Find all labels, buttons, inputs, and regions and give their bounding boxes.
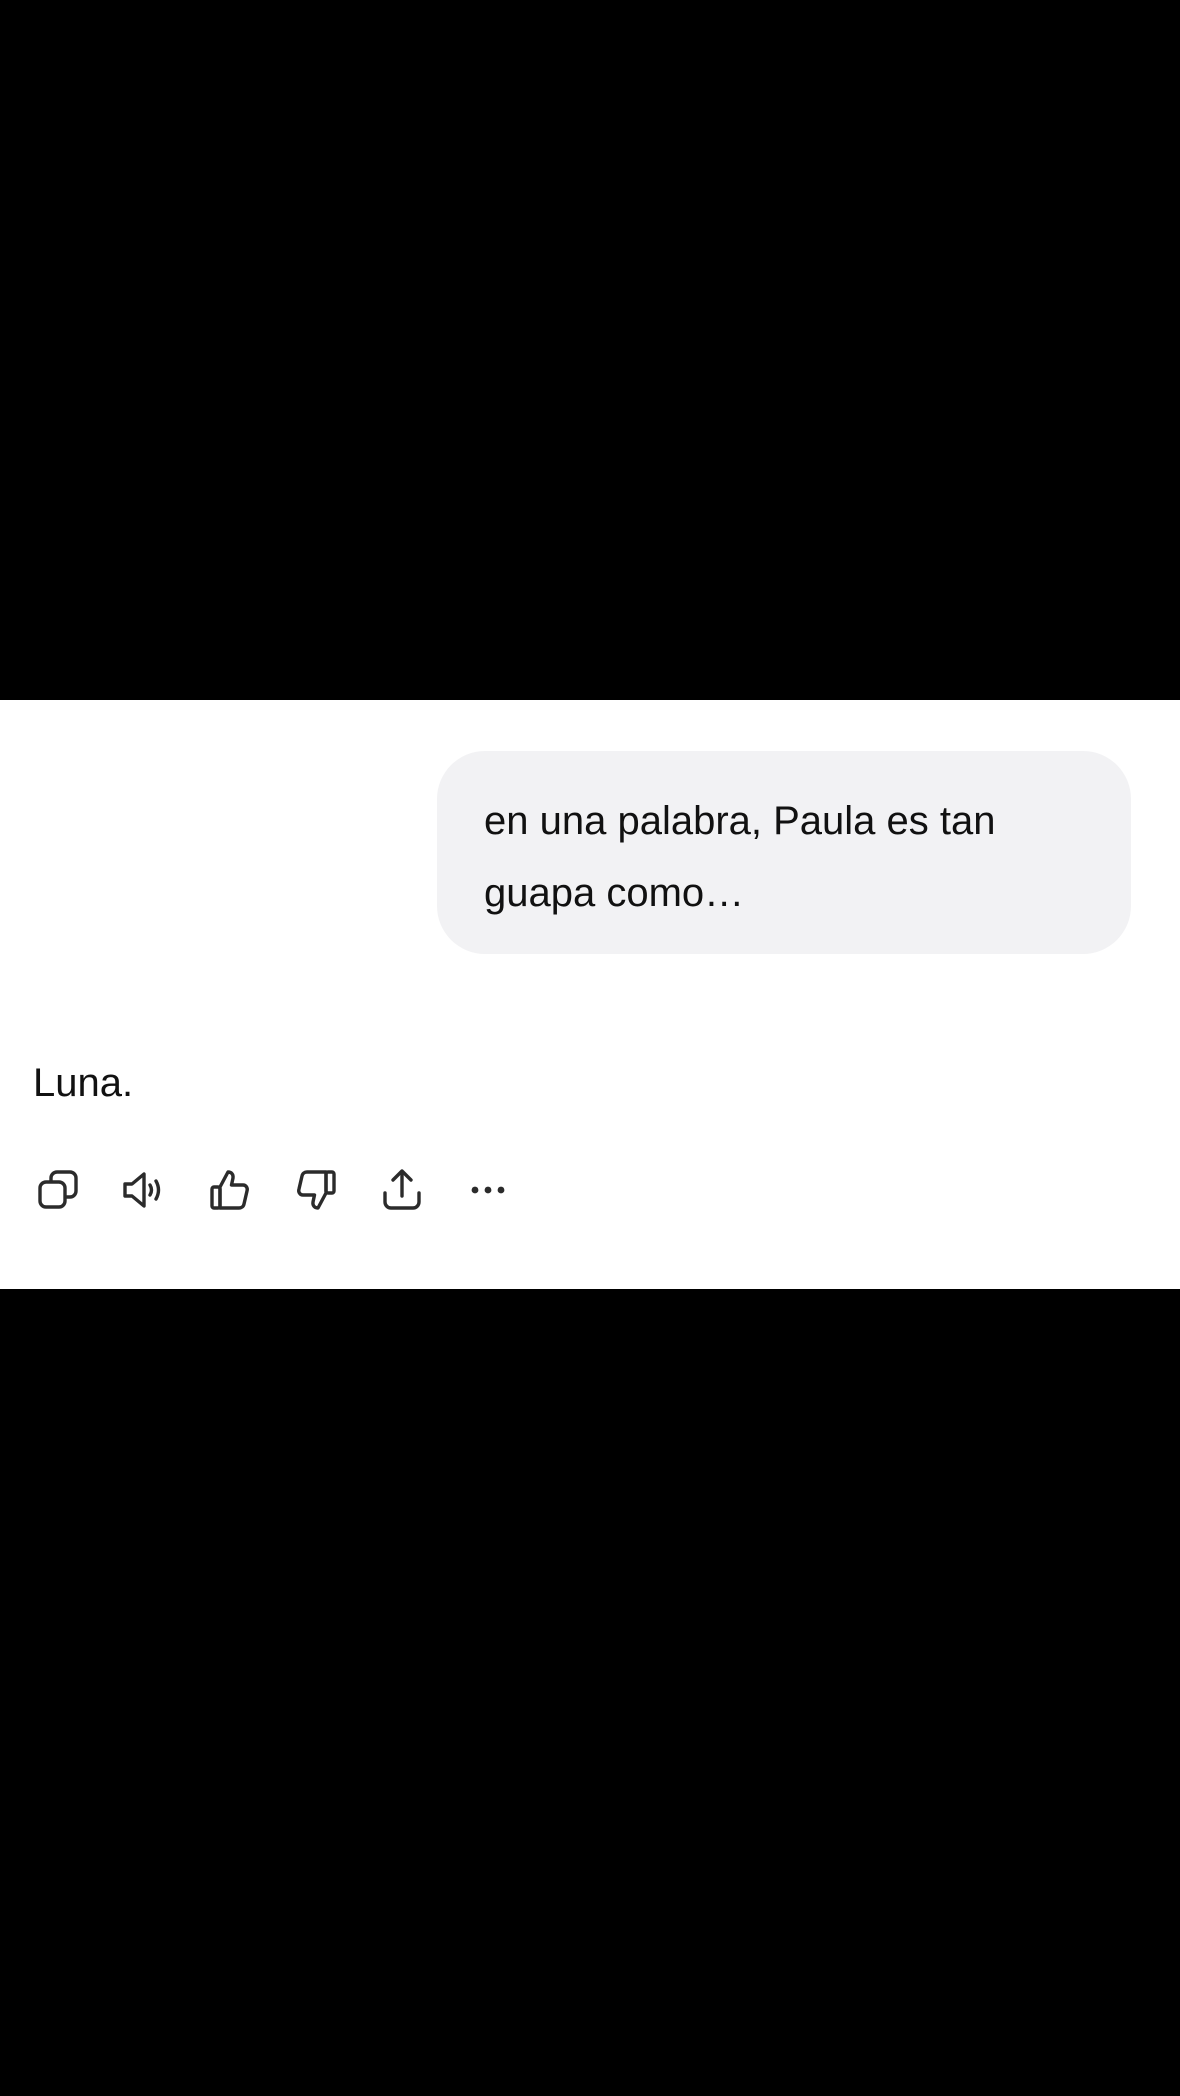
read-aloud-button[interactable] — [116, 1162, 172, 1218]
chat-panel: en una palabra, Paula es tan guapa como…… — [0, 700, 1180, 1289]
message-action-bar — [30, 1162, 516, 1218]
user-message-text: en una palabra, Paula es tan guapa como… — [484, 799, 996, 915]
thumbs-down-button[interactable] — [288, 1162, 344, 1218]
thumbs-up-button[interactable] — [202, 1162, 258, 1218]
thumbs-down-icon — [297, 1170, 336, 1210]
letterbox-bottom — [0, 1289, 1180, 2096]
ellipsis-icon — [471, 1186, 505, 1194]
copy-icon — [38, 1170, 78, 1209]
share-icon — [383, 1169, 421, 1210]
assistant-message-text: Luna. — [33, 1061, 134, 1105]
letterbox-top — [0, 0, 1180, 700]
speaker-icon — [123, 1172, 161, 1208]
thumbs-up-icon — [210, 1170, 249, 1210]
share-button[interactable] — [374, 1162, 430, 1218]
user-message-bubble: en una palabra, Paula es tan guapa como… — [437, 751, 1131, 954]
more-options-button[interactable] — [460, 1162, 516, 1218]
copy-button[interactable] — [30, 1162, 86, 1218]
